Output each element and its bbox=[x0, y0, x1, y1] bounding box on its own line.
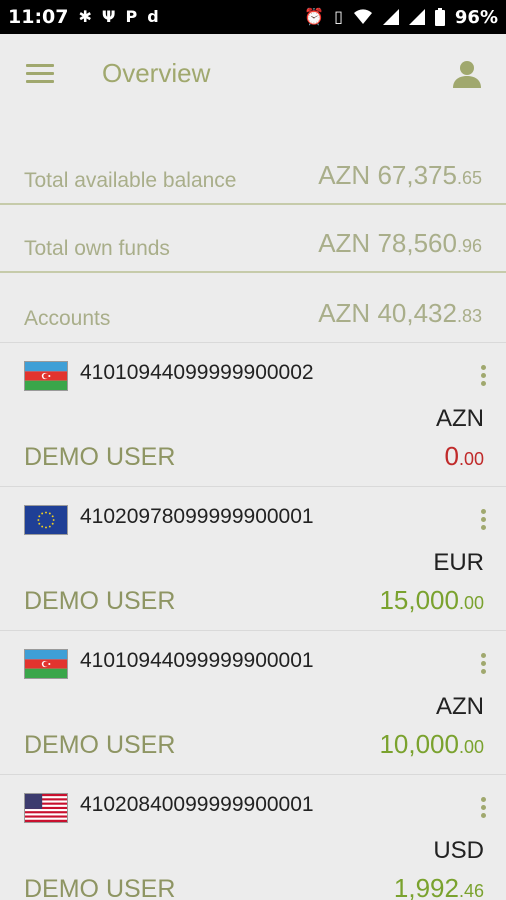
account-card[interactable]: 41020840099999900001 USD DEMO USER 1,992… bbox=[0, 774, 506, 900]
account-currency: USD bbox=[433, 837, 484, 864]
account-holder: DEMO USER bbox=[24, 875, 176, 900]
account-balance: 1,992.46 bbox=[394, 873, 484, 900]
usb-icon: Ψ bbox=[101, 7, 116, 26]
signal-icon bbox=[382, 9, 399, 25]
status-time: 11:07 bbox=[8, 6, 69, 28]
account-number: 41020978099999900001 bbox=[80, 505, 314, 528]
summary-total-own-funds: Total own funds AZN 78,560.96 bbox=[0, 205, 506, 273]
azerbaijan-flag-icon bbox=[24, 649, 68, 679]
summary-label: Total own funds bbox=[24, 237, 170, 260]
battery-icon bbox=[434, 8, 445, 26]
summary-amount: AZN 67,375.65 bbox=[318, 160, 482, 191]
account-currency: EUR bbox=[433, 549, 484, 576]
account-number: 41020840099999900001 bbox=[80, 793, 314, 816]
summary-amount: AZN 78,560.96 bbox=[318, 228, 482, 259]
more-options-icon[interactable] bbox=[478, 507, 488, 533]
summary-label: Accounts bbox=[24, 307, 111, 330]
currency-code: AZN bbox=[318, 160, 371, 190]
wifi-icon bbox=[353, 9, 372, 24]
amount-cents: .00 bbox=[458, 737, 484, 757]
azerbaijan-flag-icon bbox=[24, 361, 68, 391]
account-balance: 10,000.00 bbox=[379, 729, 484, 760]
alarm-icon: ⏰ bbox=[304, 7, 325, 26]
amount-integer: 15,000 bbox=[379, 585, 459, 615]
summary-accounts: Accounts AZN 40,432.83 bbox=[0, 273, 506, 341]
status-bar: 11:07 ✱ Ψ P d ⏰ ▯ 96% bbox=[0, 0, 506, 34]
app-bar: Overview bbox=[0, 34, 506, 114]
account-currency: AZN bbox=[436, 405, 484, 432]
currency-code: AZN bbox=[318, 228, 371, 258]
user-icon[interactable] bbox=[452, 60, 482, 88]
account-card[interactable]: 41020978099999900001 EUR DEMO USER 15,00… bbox=[0, 486, 506, 630]
account-holder: DEMO USER bbox=[24, 587, 176, 615]
status-bar-right: ⏰ ▯ 96% bbox=[304, 7, 498, 28]
parking-icon: P bbox=[125, 7, 138, 26]
app-d-icon: d bbox=[147, 7, 159, 26]
account-number: 41010944099999900001 bbox=[80, 649, 314, 672]
amount-cents: .00 bbox=[458, 593, 484, 613]
amount-cents: .65 bbox=[456, 168, 482, 188]
summary-amount: AZN 40,432.83 bbox=[318, 298, 482, 329]
account-holder: DEMO USER bbox=[24, 443, 176, 471]
account-holder: DEMO USER bbox=[24, 731, 176, 759]
amount-integer: 78,560 bbox=[377, 228, 457, 258]
amount-integer: 1,992 bbox=[393, 873, 459, 900]
account-card[interactable]: 41010944099999900002 AZN DEMO USER 0.00 bbox=[0, 342, 506, 486]
amount-cents: .83 bbox=[456, 306, 482, 326]
amount-cents: .00 bbox=[458, 449, 484, 469]
page-title: Overview bbox=[102, 58, 211, 88]
more-options-icon[interactable] bbox=[478, 363, 488, 389]
summary-label: Total available balance bbox=[24, 169, 237, 192]
account-balance: 15,000.00 bbox=[379, 585, 484, 616]
account-number: 41010944099999900002 bbox=[80, 361, 314, 384]
menu-icon[interactable] bbox=[26, 64, 54, 84]
signal-icon bbox=[408, 9, 425, 25]
account-currency: AZN bbox=[436, 693, 484, 720]
amount-integer: 0 bbox=[444, 441, 459, 471]
currency-code: AZN bbox=[318, 298, 371, 328]
account-card[interactable]: 41010944099999900001 AZN DEMO USER 10,00… bbox=[0, 630, 506, 774]
amount-integer: 67,375 bbox=[377, 160, 457, 190]
amount-integer: 10,000 bbox=[379, 729, 459, 759]
android-icon: ✱ bbox=[78, 7, 92, 26]
more-options-icon[interactable] bbox=[478, 795, 488, 821]
amount-cents: .46 bbox=[458, 881, 484, 900]
more-options-icon[interactable] bbox=[478, 651, 488, 677]
vibrate-icon: ▯ bbox=[334, 7, 343, 26]
battery-percentage: 96% bbox=[454, 6, 498, 28]
summary-total-available: Total available balance AZN 67,375.65 bbox=[0, 137, 506, 205]
account-balance: 0.00 bbox=[445, 441, 485, 472]
eu-flag-icon bbox=[24, 505, 68, 535]
status-bar-left: 11:07 ✱ Ψ P d bbox=[8, 6, 159, 28]
amount-cents: .96 bbox=[456, 236, 482, 256]
usa-flag-icon bbox=[24, 793, 68, 823]
amount-integer: 40,432 bbox=[377, 298, 457, 328]
